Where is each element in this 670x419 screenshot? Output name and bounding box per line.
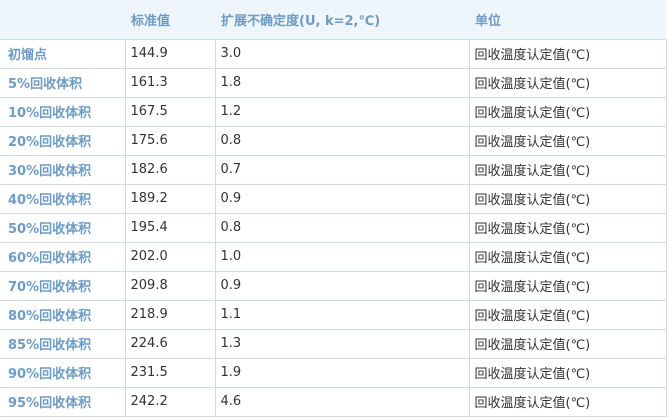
table-row: 初馏点 144.9 3.0 回收温度认定值(℃) xyxy=(0,39,667,69)
standard-value-cell: 175.6 xyxy=(124,126,216,156)
unit-cell: 回收温度认定值(℃) xyxy=(468,329,667,359)
header-expanded-uncertainty: 扩展不确定度(U, k=2,℃) xyxy=(215,0,469,40)
table-row: 20%回收体积 175.6 0.8 回收温度认定值(℃) xyxy=(0,126,667,156)
row-label: 20%回收体积 xyxy=(0,126,126,156)
table-row: 40%回收体积 189.2 0.9 回收温度认定值(℃) xyxy=(0,184,667,214)
row-label: 60%回收体积 xyxy=(0,242,126,272)
uncertainty-cell: 0.9 xyxy=(214,184,470,214)
row-label: 95%回收体积 xyxy=(0,387,126,417)
uncertainty-cell: 3.0 xyxy=(214,39,470,69)
table-row: 90%回收体积 231.5 1.9 回收温度认定值(℃) xyxy=(0,358,667,388)
unit-cell: 回收温度认定值(℃) xyxy=(468,184,667,214)
row-label: 50%回收体积 xyxy=(0,213,126,243)
uncertainty-cell: 1.1 xyxy=(214,300,470,330)
table-row: 60%回收体积 202.0 1.0 回收温度认定值(℃) xyxy=(0,242,667,272)
table-row: 10%回收体积 167.5 1.2 回收温度认定值(℃) xyxy=(0,97,667,127)
standard-value-cell: 167.5 xyxy=(124,97,216,127)
distillation-standard-table: 标准值 扩展不确定度(U, k=2,℃) 单位 初馏点 144.9 3.0 回收温度认… xyxy=(0,0,667,417)
row-label: 5%回收体积 xyxy=(0,68,126,98)
row-label: 80%回收体积 xyxy=(0,300,126,330)
unit-cell: 回收温度认定值(℃) xyxy=(468,271,667,301)
unit-cell: 回收温度认定值(℃) xyxy=(468,39,667,69)
uncertainty-cell: 1.3 xyxy=(214,329,470,359)
table-row: 70%回收体积 209.8 0.9 回收温度认定值(℃) xyxy=(0,271,667,301)
table-body: 初馏点 144.9 3.0 回收温度认定值(℃) 5%回收体积 161.3 1.8 回收温度认… xyxy=(0,39,667,417)
uncertainty-cell: 4.6 xyxy=(214,387,470,417)
uncertainty-cell: 0.7 xyxy=(214,155,470,185)
table-row: 5%回收体积 161.3 1.8 回收温度认定值(℃) xyxy=(0,68,667,98)
table-row: 50%回收体积 195.4 0.8 回收温度认定值(℃) xyxy=(0,213,667,243)
unit-cell: 回收温度认定值(℃) xyxy=(468,97,667,127)
header-standard-value: 标准值 xyxy=(125,0,215,40)
unit-cell: 回收温度认定值(℃) xyxy=(468,387,667,417)
unit-cell: 回收温度认定值(℃) xyxy=(468,300,667,330)
standard-value-cell: 144.9 xyxy=(124,39,216,69)
table-header: 标准值 扩展不确定度(U, k=2,℃) 单位 xyxy=(0,0,666,40)
row-label: 10%回收体积 xyxy=(0,97,126,127)
uncertainty-cell: 1.9 xyxy=(214,358,470,388)
uncertainty-cell: 1.0 xyxy=(214,242,470,272)
uncertainty-cell: 0.9 xyxy=(214,271,470,301)
table-header-row: 标准值 扩展不确定度(U, k=2,℃) 单位 xyxy=(0,0,666,40)
unit-cell: 回收温度认定值(℃) xyxy=(468,126,667,156)
header-unit: 单位 xyxy=(469,0,666,40)
unit-cell: 回收温度认定值(℃) xyxy=(468,68,667,98)
standard-value-cell: 202.0 xyxy=(124,242,216,272)
unit-cell: 回收温度认定值(℃) xyxy=(468,358,667,388)
uncertainty-cell: 0.8 xyxy=(214,213,470,243)
standard-value-cell: 189.2 xyxy=(124,184,216,214)
standard-value-cell: 161.3 xyxy=(124,68,216,98)
unit-cell: 回收温度认定值(℃) xyxy=(468,155,667,185)
row-label: 30%回收体积 xyxy=(0,155,126,185)
standard-value-cell: 195.4 xyxy=(124,213,216,243)
uncertainty-cell: 1.8 xyxy=(214,68,470,98)
table-row: 85%回收体积 224.6 1.3 回收温度认定值(℃) xyxy=(0,329,667,359)
standard-value-cell: 182.6 xyxy=(124,155,216,185)
row-label: 初馏点 xyxy=(0,39,126,69)
uncertainty-cell: 1.2 xyxy=(214,97,470,127)
row-label: 70%回收体积 xyxy=(0,271,126,301)
table-row: 80%回收体积 218.9 1.1 回收温度认定值(℃) xyxy=(0,300,667,330)
row-label: 85%回收体积 xyxy=(0,329,126,359)
standard-value-cell: 218.9 xyxy=(124,300,216,330)
standard-value-cell: 231.5 xyxy=(124,358,216,388)
standard-value-cell: 242.2 xyxy=(124,387,216,417)
table-row: 95%回收体积 242.2 4.6 回收温度认定值(℃) xyxy=(0,387,667,417)
standard-value-cell: 224.6 xyxy=(124,329,216,359)
unit-cell: 回收温度认定值(℃) xyxy=(468,213,667,243)
unit-cell: 回收温度认定值(℃) xyxy=(468,242,667,272)
standard-value-cell: 209.8 xyxy=(124,271,216,301)
header-label-column xyxy=(0,0,125,40)
uncertainty-cell: 0.8 xyxy=(214,126,470,156)
row-label: 90%回收体积 xyxy=(0,358,126,388)
table-row: 30%回收体积 182.6 0.7 回收温度认定值(℃) xyxy=(0,155,667,185)
row-label: 40%回收体积 xyxy=(0,184,126,214)
